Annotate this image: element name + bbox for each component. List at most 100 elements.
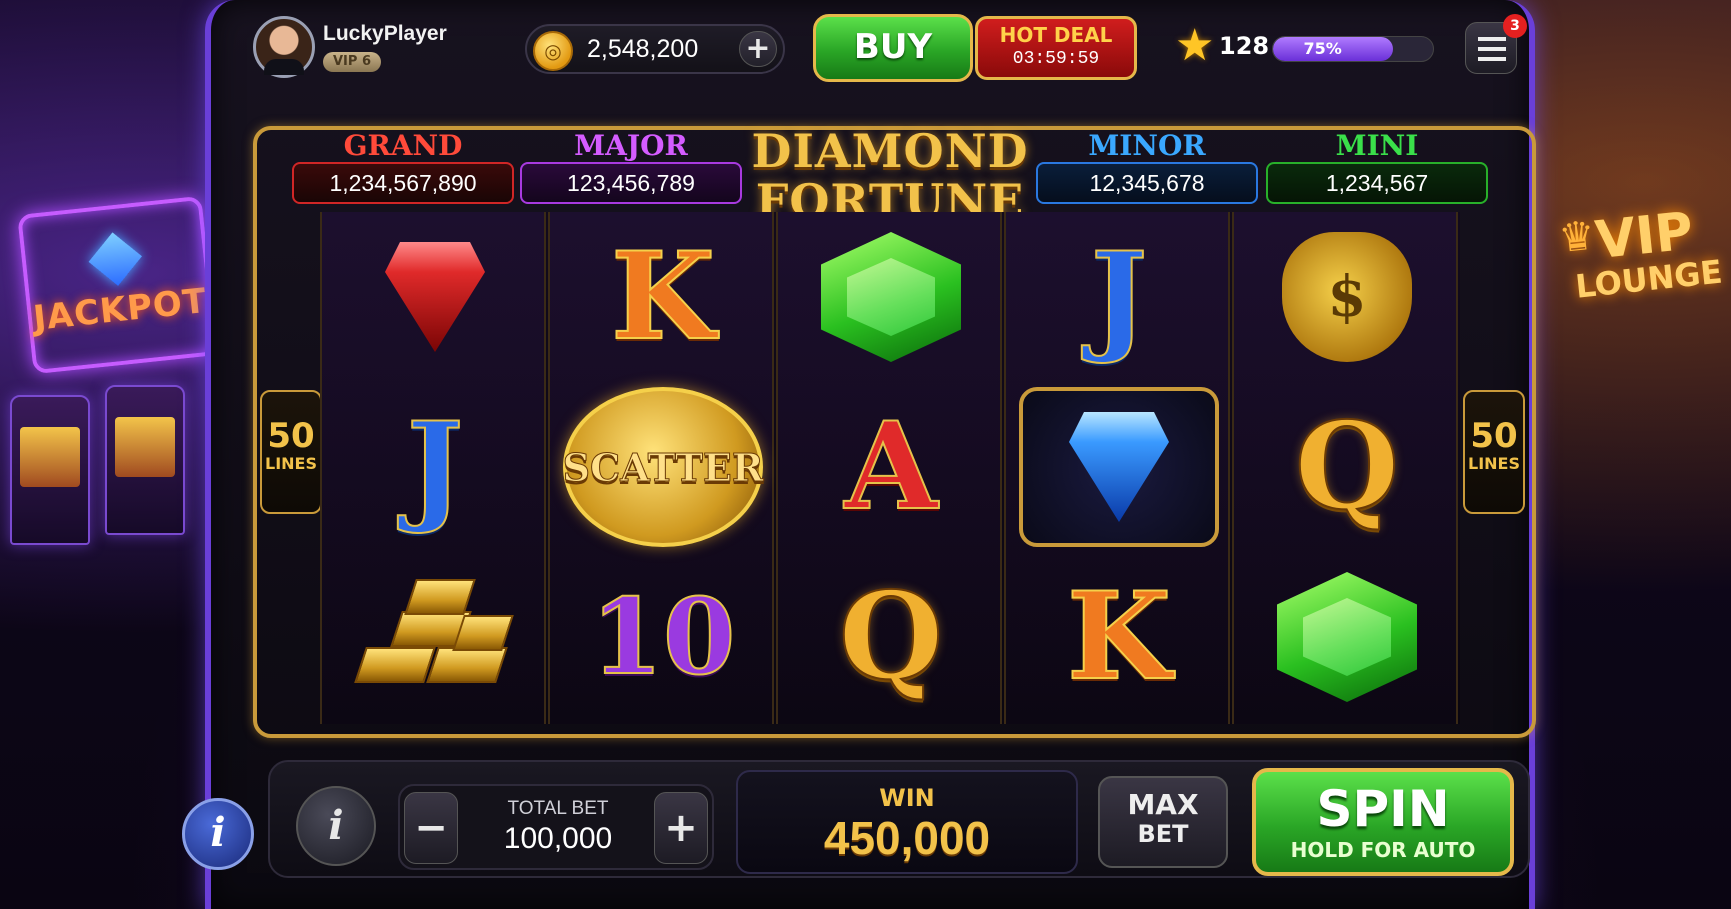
avatar[interactable] [253, 16, 315, 78]
symbol-letter: K [1066, 566, 1172, 707]
symbol-king: K [550, 212, 776, 382]
crown-icon: ♛ [1556, 212, 1598, 263]
symbol-letter: Q [838, 566, 945, 707]
game-title-line1: DIAMOND [751, 124, 1029, 178]
jackpot-minor: MINOR 12,345,678 [1036, 132, 1258, 204]
jackpot-minor-label: MINOR [1088, 129, 1206, 162]
jackpot-minor-value: 12,345,678 [1036, 162, 1258, 204]
symbol-queen: Q [1234, 382, 1460, 552]
symbol-scatter: SCATTER [550, 382, 776, 552]
paytable-info-button[interactable]: i [296, 786, 376, 866]
hot-deal-label: HOT DEAL [999, 23, 1113, 47]
lines-count: 50 [267, 416, 315, 456]
green-emerald-icon [821, 232, 961, 362]
jackpot-mini-value: 1,234,567 [1266, 162, 1488, 204]
jackpot-mini-label: MINI [1335, 129, 1419, 162]
symbol-king: K [1006, 552, 1232, 722]
paylines-indicator-right: 50 LINES [1463, 390, 1525, 514]
spin-label: SPIN [1316, 780, 1450, 838]
symbol-gold-bars [322, 552, 548, 722]
game-title: DIAMOND FORTUNE [750, 126, 1030, 226]
background-slot-machine [105, 385, 185, 535]
max-bet-button[interactable]: MAX BET [1098, 776, 1228, 868]
reel-2: K SCATTER 10 [548, 212, 774, 724]
vip-lounge-neon-sign: ♛ VIP LOUNGE [1556, 201, 1731, 379]
top-bar: LuckyPlayer VIP 6 ◎ 2,548,200 + BUY HOT … [235, 8, 1527, 88]
red-diamond-icon [370, 242, 500, 352]
reels-area: J K SCATTER 10 A Q J K $ Q [320, 212, 1460, 724]
increase-bet-button[interactable]: + [654, 792, 708, 864]
jackpot-grand: GRAND 1,234,567,890 [292, 132, 514, 204]
money-bag-icon: $ [1282, 232, 1412, 362]
background-slot-machine [10, 395, 90, 545]
symbol-ten: 10 [550, 552, 776, 722]
jackpot-neon-sign: JACKPOT [17, 195, 218, 375]
diamond-icon [88, 232, 142, 286]
level-progress: ★ 128 75% [1175, 20, 1437, 71]
jackpot-major-label: MAJOR [574, 129, 688, 162]
symbol-letter: Q [1294, 396, 1401, 537]
jackpot-grand-label: GRAND [343, 129, 463, 162]
hamburger-menu-icon [1478, 37, 1506, 61]
win-label: WIN [879, 784, 935, 812]
symbol-letter: J [406, 396, 465, 537]
vip-badge: VIP 6 [323, 52, 381, 72]
coin-balance-box: ◎ 2,548,200 + [525, 24, 785, 74]
total-bet-label: TOTAL BET [507, 798, 609, 819]
total-bet-value: 100,000 [503, 822, 613, 855]
symbol-jack: J [1006, 212, 1232, 382]
reel-3: A Q [776, 212, 1002, 724]
decrease-bet-button[interactable]: − [404, 792, 458, 864]
symbol-ace: A [778, 382, 1004, 552]
coin-icon: ◎ [533, 31, 573, 71]
win-value: 450,000 [823, 812, 991, 864]
lines-label: LINES [1468, 454, 1520, 473]
jackpot-major-value: 123,456,789 [520, 162, 742, 204]
jackpot-sign-text: JACKPOT [31, 280, 209, 339]
scatter-coin-icon: SCATTER [562, 387, 764, 547]
coin-balance: 2,548,200 [587, 35, 699, 63]
symbol-queen: Q [778, 552, 1004, 722]
paylines-indicator-left: 50 LINES [260, 390, 322, 514]
win-display: WIN 450,000 [736, 770, 1078, 874]
max-bet-label-line2: BET [1137, 820, 1189, 848]
reel-5: $ Q [1232, 212, 1458, 724]
xp-progress-bar: 75% [1272, 36, 1434, 62]
blue-diamond-icon [1019, 387, 1219, 547]
reel-1: J [320, 212, 546, 724]
reel-4: J K [1004, 212, 1230, 724]
xp-progress-text: 75% [1303, 39, 1342, 58]
symbol-green-emerald [778, 212, 1004, 382]
symbol-letter: J [1090, 226, 1149, 367]
spin-button[interactable]: SPIN HOLD FOR AUTO [1252, 768, 1514, 876]
username: LuckyPlayer [323, 22, 447, 45]
symbol-blue-diamond-wild [1006, 382, 1232, 552]
spin-sublabel: HOLD FOR AUTO [1290, 838, 1476, 862]
jackpot-bar: GRAND 1,234,567,890 MAJOR 123,456,789 DI… [262, 126, 1532, 226]
gold-bars-icon [350, 577, 520, 697]
symbol-green-emerald [1234, 552, 1460, 722]
symbol-letter: K [610, 226, 716, 367]
hot-deal-timer: 03:59:59 [1012, 49, 1100, 69]
symbol-red-diamond [322, 212, 548, 382]
symbol-letter: 10 [590, 575, 737, 698]
player-level: 128 [1219, 32, 1270, 60]
scatter-text: SCATTER [562, 444, 764, 490]
symbol-jack: J [322, 382, 548, 552]
symbol-money-bag: $ [1234, 212, 1460, 382]
jackpot-major: MAJOR 123,456,789 [520, 132, 742, 204]
jackpot-grand-value: 1,234,567,890 [292, 162, 514, 204]
add-coins-button[interactable]: + [739, 31, 777, 67]
green-emerald-icon [1277, 572, 1417, 702]
jackpot-mini: MINI 1,234,567 [1266, 132, 1488, 204]
notification-badge: 3 [1503, 14, 1527, 38]
star-icon: ★ [1175, 20, 1215, 71]
hot-deal-button[interactable]: HOT DEAL 03:59:59 [975, 16, 1137, 80]
lines-count: 50 [1470, 416, 1518, 456]
buy-button[interactable]: BUY [813, 14, 973, 82]
total-bet-control: − TOTAL BET 100,000 + [398, 784, 714, 870]
max-bet-label-line1: MAX [1127, 788, 1199, 821]
symbol-letter: A [843, 396, 938, 537]
info-button-outer[interactable]: i [182, 798, 254, 870]
lines-label: LINES [265, 454, 317, 473]
